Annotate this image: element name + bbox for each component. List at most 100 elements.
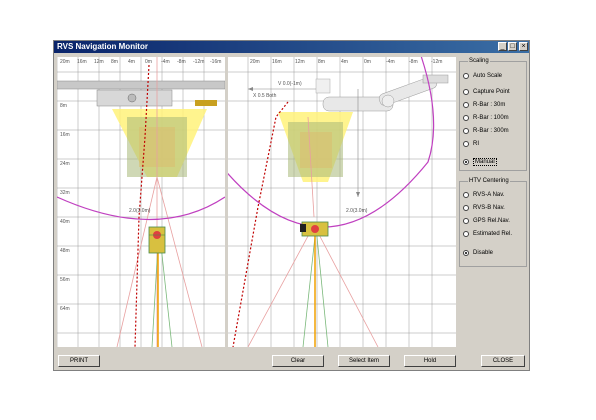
left-top-tick-8: -12m xyxy=(193,59,205,65)
htv-option-gps-rel-nav[interactable]: GPS Rel.Nav. xyxy=(463,216,510,226)
grapple-fixture xyxy=(127,93,137,103)
left-side-tick-8: 64m xyxy=(60,306,70,312)
left-side-tick-5: 40m xyxy=(60,219,70,225)
right-approach-line-a xyxy=(247,224,315,347)
left-top-tick-6: -4m xyxy=(161,59,170,65)
radio-icon[interactable] xyxy=(463,192,469,198)
radio-icon[interactable] xyxy=(463,115,469,121)
radio-icon[interactable] xyxy=(463,205,469,211)
left-top-tick-0: 20m xyxy=(60,59,70,65)
scaling-option-label: Auto Scale xyxy=(473,73,503,79)
r-vector-arrow xyxy=(356,192,360,197)
left-range-annotation: 2.0(3.0m) xyxy=(129,208,151,214)
right-top-tick-1: 16m xyxy=(272,59,282,65)
left-trajectory xyxy=(134,64,150,347)
radio-selected-icon[interactable] xyxy=(463,159,469,165)
htv-option-label: RVS-B Nav. xyxy=(473,205,505,211)
options-panel: Scaling Auto Scale Capture Point R-Bar :… xyxy=(459,55,527,343)
left-side-tick-7: 56m xyxy=(60,277,70,283)
station-payload xyxy=(195,100,217,106)
htv-centering-group: HTV Centering RVS-A Nav. RVS-B Nav. GPS … xyxy=(459,178,527,267)
window-title: RVS Navigation Monitor xyxy=(57,42,148,51)
left-top-tick-9: -16m xyxy=(210,59,222,65)
v-vector-arrow xyxy=(248,87,253,91)
right-htv-target-dot xyxy=(311,225,319,233)
scaling-option-rbar-300m[interactable]: R-Bar : 300m xyxy=(463,126,509,136)
htv-option-rvs-a[interactable]: RVS-A Nav. xyxy=(463,190,504,200)
scaling-option-label: Manual xyxy=(473,158,497,166)
left-navigation-plot[interactable]: 20m 16m 12m 8m 4m 0m -4m -8m -12m -16m 8… xyxy=(57,57,225,347)
scaling-option-label: R-Bar : 30m xyxy=(473,102,506,108)
right-green-line-a xyxy=(315,226,329,347)
radio-icon[interactable] xyxy=(463,73,469,79)
radio-icon[interactable] xyxy=(463,141,469,147)
scaling-option-ri[interactable]: RI xyxy=(463,139,479,149)
right-top-tick-6: -4m xyxy=(386,59,395,65)
right-v-annotation: V 0.0(-1m) xyxy=(278,81,302,87)
left-top-tick-2: 12m xyxy=(94,59,104,65)
left-top-tick-7: -8m xyxy=(177,59,186,65)
left-top-tick-1: 16m xyxy=(77,59,87,65)
print-button[interactable]: PRINT xyxy=(58,355,100,367)
right-navigation-plot[interactable]: 20m 16m 12m 8m 4m 0m -4m -8m -12m V 0.0(… xyxy=(228,57,456,347)
scaling-option-label: R-Bar : 100m xyxy=(473,115,509,121)
left-top-tick-3: 8m xyxy=(111,59,118,65)
right-target-inner xyxy=(300,132,332,168)
scaling-option-label: Capture Point xyxy=(473,89,510,95)
right-top-tick-2: 12m xyxy=(295,59,305,65)
right-top-tick-5: 0m xyxy=(364,59,371,65)
scaling-option-auto-scale[interactable]: Auto Scale xyxy=(463,71,502,81)
right-top-tick-3: 8m xyxy=(318,59,325,65)
maximize-icon[interactable]: □ xyxy=(508,42,517,51)
close-button[interactable]: CLOSE xyxy=(481,355,525,367)
left-htv-marker xyxy=(148,226,166,254)
left-top-tick-5: 0m xyxy=(145,59,152,65)
radio-icon[interactable] xyxy=(463,218,469,224)
left-side-tick-1: 8m xyxy=(60,103,67,109)
station-truss xyxy=(57,80,225,90)
right-top-tick-0: 20m xyxy=(250,59,260,65)
right-htv-sensor xyxy=(300,224,306,232)
hold-button[interactable]: Hold xyxy=(404,355,456,367)
scaling-option-rbar-100m[interactable]: R-Bar : 100m xyxy=(463,113,509,123)
right-approach-line-b xyxy=(313,224,379,347)
scaling-option-capture-point[interactable]: Capture Point xyxy=(463,87,510,97)
left-side-tick-6: 48m xyxy=(60,248,70,254)
radio-icon[interactable] xyxy=(463,128,469,134)
htv-option-label: RVS-A Nav. xyxy=(473,192,505,198)
scaling-option-manual[interactable]: Manual xyxy=(463,157,497,167)
scaling-option-label: RI xyxy=(473,141,479,147)
minimize-icon[interactable]: _ xyxy=(498,42,507,51)
radio-selected-icon[interactable] xyxy=(463,250,469,256)
right-trajectory xyxy=(232,101,289,347)
right-green-line-b xyxy=(302,226,317,347)
radio-icon[interactable] xyxy=(463,231,469,237)
close-icon[interactable]: × xyxy=(519,42,528,51)
right-top-tick-4: 4m xyxy=(341,59,348,65)
left-top-tick-4: 4m xyxy=(128,59,135,65)
radio-icon[interactable] xyxy=(463,89,469,95)
left-side-tick-4: 32m xyxy=(60,190,70,196)
clear-button[interactable]: Clear xyxy=(272,355,324,367)
rvs-navigation-monitor-window: RVS Navigation Monitor _ □ × 20m 16m 12m… xyxy=(53,40,530,371)
scaling-option-rbar-30m[interactable]: R-Bar : 30m xyxy=(463,100,505,110)
htv-option-estimated-rel[interactable]: Estimated Rel. xyxy=(463,229,512,239)
scaling-group-label: Scaling xyxy=(468,58,490,64)
title-bar[interactable]: RVS Navigation Monitor _ □ × xyxy=(54,41,529,53)
left-plot-canvas xyxy=(57,57,225,347)
right-top-tick-8: -12m xyxy=(431,59,443,65)
right-top-tick-7: -8m xyxy=(409,59,418,65)
htv-centering-group-label: HTV Centering xyxy=(468,178,510,184)
left-side-tick-2: 16m xyxy=(60,132,70,138)
select-item-button[interactable]: Select Item xyxy=(338,355,390,367)
htv-option-rvs-b[interactable]: RVS-B Nav. xyxy=(463,203,505,213)
htv-option-disable[interactable]: Disable xyxy=(463,248,493,258)
htv-option-label: Estimated Rel. xyxy=(473,231,513,237)
left-approach-line-b xyxy=(156,176,203,347)
right-plot-canvas xyxy=(228,57,456,347)
left-approach-line-a xyxy=(116,176,158,347)
scaling-option-label: R-Bar : 300m xyxy=(473,128,509,134)
radio-icon[interactable] xyxy=(463,102,469,108)
htv-option-label: Disable xyxy=(473,250,494,256)
right-range-annotation: 2.0(3.0m) xyxy=(346,208,368,214)
